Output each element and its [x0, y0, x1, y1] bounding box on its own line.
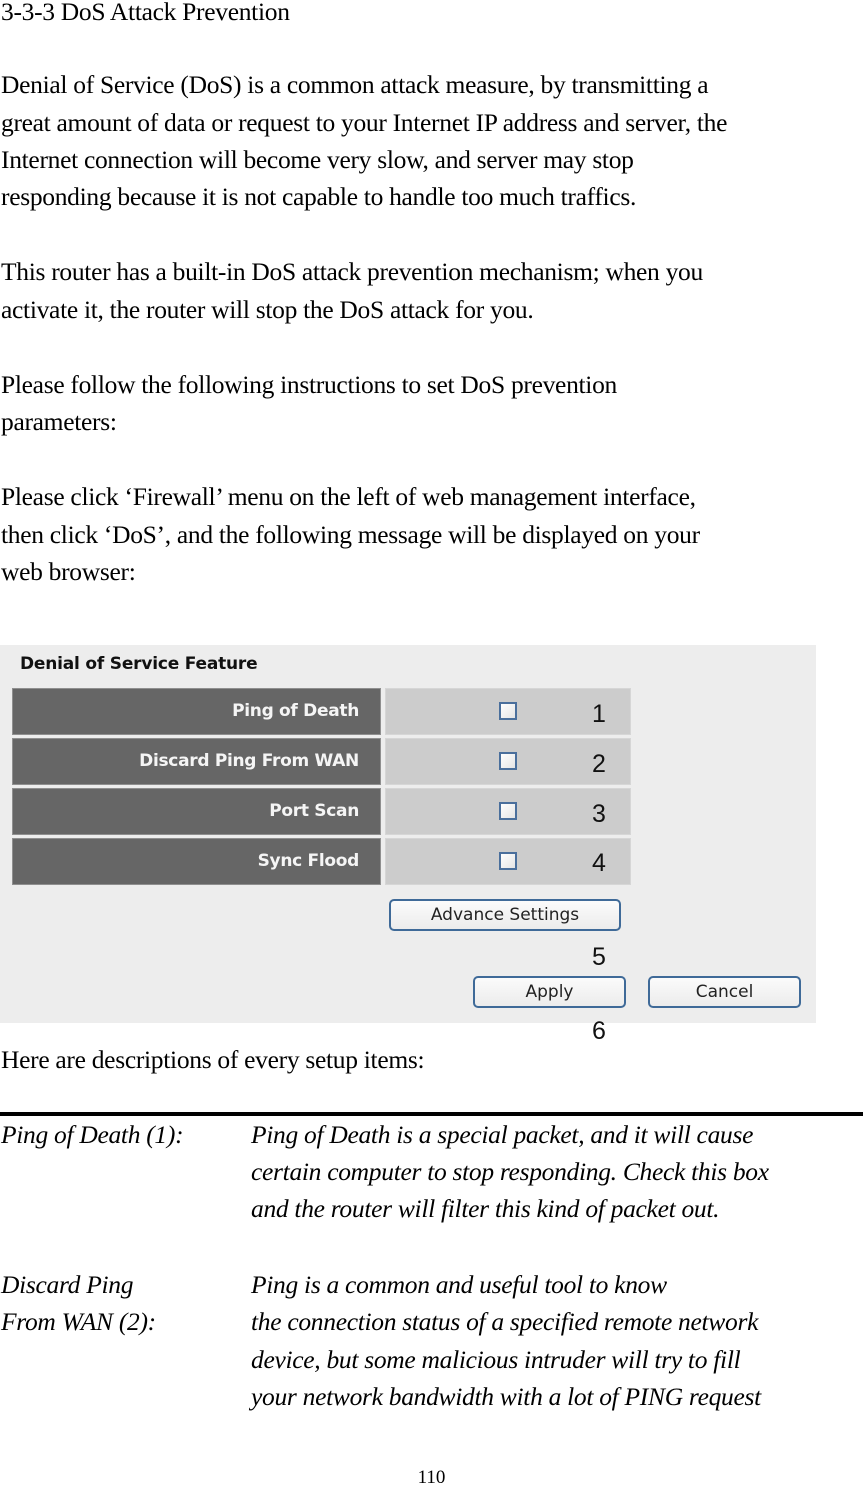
row-label-cell: Port Scan: [12, 788, 381, 835]
advance-settings-button[interactable]: Advance Settings: [389, 899, 621, 931]
text-line: Internet connection will become very slo…: [1, 145, 634, 174]
port-scan-checkbox[interactable]: [499, 802, 517, 820]
text-line: Denial of Service (DoS) is a common atta…: [1, 70, 709, 99]
callout-number: 3: [592, 800, 606, 828]
text-line: responding because it is not capable to …: [1, 182, 637, 211]
dos-settings-panel: Denial of Service Feature Ping of Death …: [0, 645, 816, 1023]
definition-term: Discard Ping: [1, 1270, 134, 1299]
definition-text: and the router will filter this kind of …: [251, 1194, 720, 1223]
definition-text: device, but some malicious intruder will…: [251, 1345, 741, 1374]
text-line: activate it, the router will stop the Do…: [1, 295, 534, 324]
text-line: Please follow the following instructions…: [1, 370, 617, 399]
definition-text: the connection status of a specified rem…: [251, 1307, 759, 1336]
definition-text: Ping of Death is a special packet, and i…: [251, 1120, 754, 1149]
discard-ping-from-wan-checkbox[interactable]: [499, 752, 517, 770]
callout-number: 5: [592, 943, 606, 971]
text-line: web browser:: [1, 557, 136, 586]
text-line: then click ‘DoS’, and the following mess…: [1, 520, 700, 549]
text-line: Please click ‘Firewall’ menu on the left…: [1, 482, 696, 511]
descriptions-intro: Here are descriptions of every setup ite…: [1, 1045, 425, 1074]
apply-button[interactable]: Apply: [473, 976, 626, 1008]
row-label: Sync Flood: [257, 851, 360, 871]
text-line: This router has a built-in DoS attack pr…: [1, 257, 703, 286]
text-line: parameters:: [1, 407, 117, 436]
ping-of-death-checkbox[interactable]: [499, 702, 517, 720]
callout-number: 4: [592, 849, 606, 877]
text-line: great amount of data or request to your …: [1, 108, 728, 137]
divider: [0, 1112, 863, 1116]
callout-number: 1: [592, 700, 606, 728]
definition-term: Ping of Death (1):: [1, 1120, 184, 1149]
definition-text: your network bandwidth with a lot of PIN…: [251, 1382, 761, 1411]
callout-number: 6: [592, 1017, 606, 1045]
sync-flood-checkbox[interactable]: [499, 852, 517, 870]
row-label-cell: Discard Ping From WAN: [12, 738, 381, 785]
cancel-button[interactable]: Cancel: [648, 976, 801, 1008]
callout-number: 2: [592, 750, 606, 778]
definition-text: certain computer to stop responding. Che…: [251, 1157, 769, 1186]
row-label: Discard Ping From WAN: [139, 751, 359, 771]
row-label: Ping of Death: [232, 701, 359, 721]
row-label-cell: Ping of Death: [12, 688, 381, 735]
definition-text: Ping is a common and useful tool to know: [251, 1270, 667, 1299]
definition-term: From WAN (2):: [1, 1307, 156, 1336]
section-heading: 3-3-3 DoS Attack Prevention: [1, 0, 290, 26]
row-label: Port Scan: [269, 801, 359, 821]
panel-title: Denial of Service Feature: [20, 654, 258, 674]
row-label-cell: Sync Flood: [12, 838, 381, 885]
